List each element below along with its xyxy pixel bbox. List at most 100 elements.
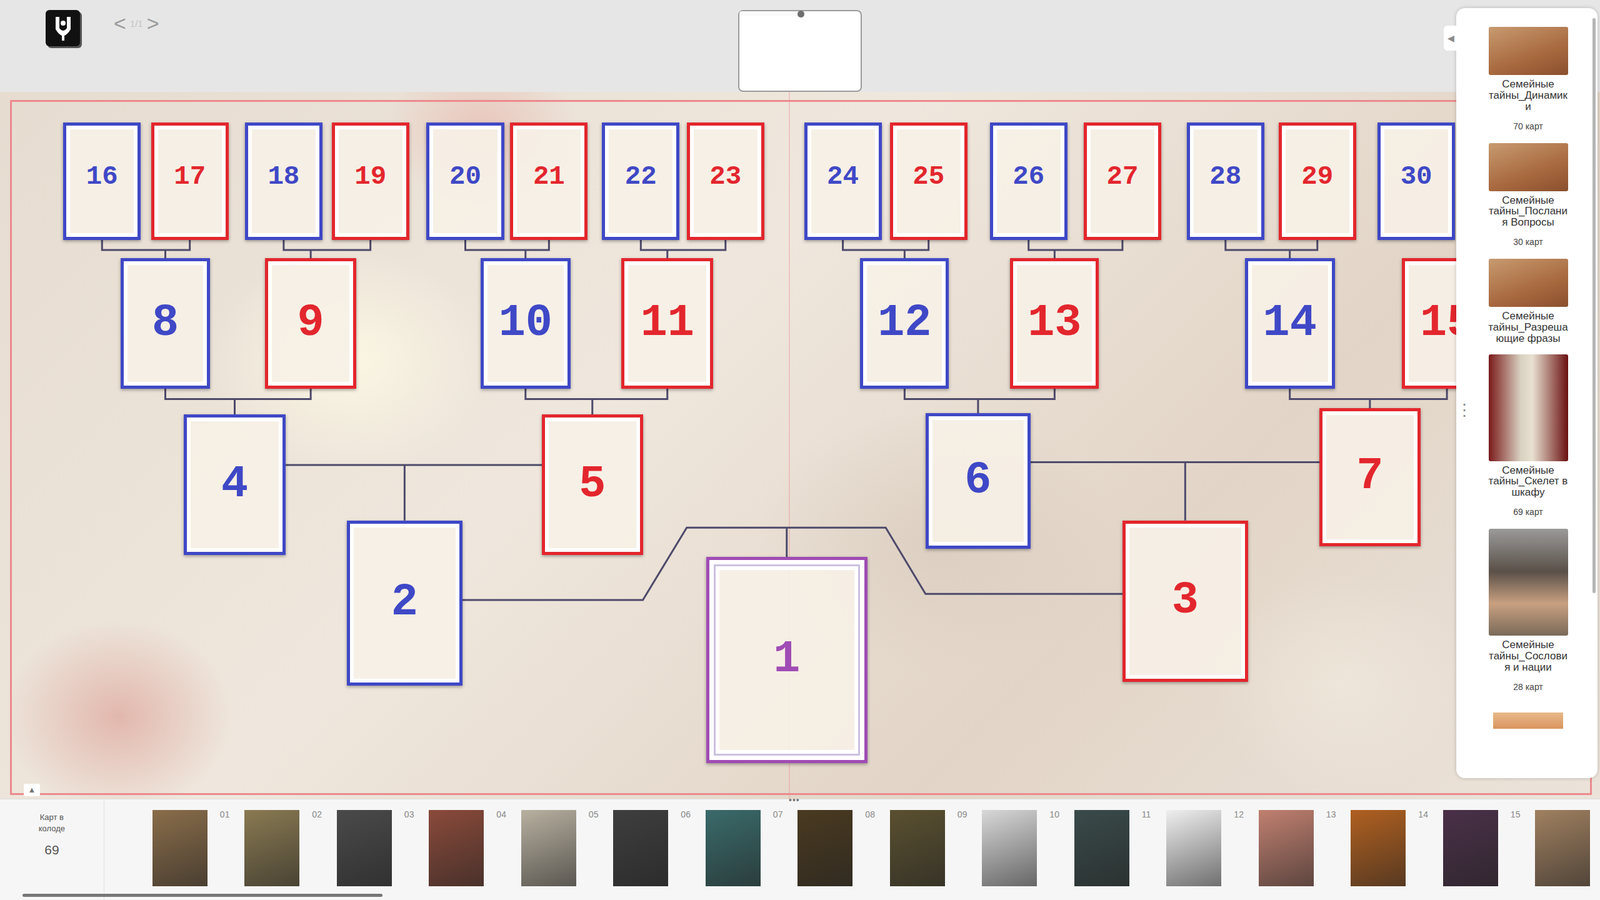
node-number: 20 (449, 163, 482, 190)
card-thumbnail[interactable] (1074, 810, 1130, 887)
tree-node[interactable]: 2 (346, 520, 462, 686)
tree-node[interactable]: 14 (1245, 258, 1335, 389)
card-item[interactable]: 06 (613, 810, 706, 900)
tree-node[interactable]: 22 (601, 122, 680, 240)
card-item[interactable] (1535, 810, 1600, 900)
strip-scroll-thumb[interactable] (22, 893, 383, 897)
deck-item[interactable]: Семейные тайны_Послания Вопросы30 карт (1471, 143, 1585, 250)
node-number: 13 (1027, 301, 1082, 347)
logo-icon[interactable] (45, 10, 80, 47)
card-thumbnail[interactable] (797, 810, 853, 887)
deck-item[interactable]: Семейные тайны_Динамики70 карт (1471, 26, 1585, 134)
tree-node[interactable]: 17 (151, 122, 229, 240)
node-number: 22 (625, 163, 657, 190)
deck-thumbnail[interactable] (1488, 26, 1569, 75)
tree-node[interactable]: 23 (686, 122, 765, 240)
tree-node[interactable]: 11 (621, 258, 714, 389)
tree-node[interactable]: 7 (1319, 408, 1421, 546)
card-item[interactable]: 10 (981, 810, 1075, 900)
strip-scrollbar[interactable] (22, 893, 1588, 897)
card-thumbnail[interactable] (152, 810, 208, 887)
tree-node[interactable]: 4 (183, 414, 286, 555)
tree-node[interactable]: 10 (480, 258, 571, 389)
prev-button[interactable]: < (110, 12, 130, 34)
zoom-fill (739, 11, 800, 17)
card-thumbnail[interactable] (705, 810, 761, 887)
deck-item[interactable]: Семейные тайны_Скелет в шкафу69 карт (1471, 354, 1585, 520)
tree-canvas[interactable]: 1234567891011121314151617181920212223242… (0, 91, 1600, 799)
connector-line (1225, 240, 1318, 250)
card-thumbnail[interactable] (981, 810, 1037, 887)
tree-node[interactable]: 6 (925, 413, 1031, 549)
tree-node[interactable]: 16 (63, 122, 141, 240)
deck-thumbnail[interactable] (1488, 258, 1569, 307)
card-thumbnail[interactable] (1443, 810, 1499, 887)
card-thumbnail[interactable] (1350, 810, 1406, 887)
card-item[interactable]: 01 (152, 810, 245, 900)
card-item[interactable]: 08 (797, 810, 890, 900)
node-number: 30 (1400, 163, 1433, 190)
card-item[interactable]: 03 (336, 810, 430, 900)
card-item[interactable]: 09 (890, 810, 983, 900)
deck-thumbnail[interactable] (1488, 143, 1569, 192)
card-thumbnail[interactable] (1166, 810, 1222, 887)
tree-node[interactable]: 25 (890, 122, 968, 240)
tree-node[interactable]: 18 (245, 122, 323, 240)
deck-thumbnail[interactable] (1488, 354, 1569, 462)
panel-toggle[interactable]: ◀ (1443, 25, 1458, 51)
tree-node[interactable]: 26 (990, 122, 1068, 240)
connector-line (666, 250, 669, 259)
card-number: 15 (1510, 810, 1521, 819)
card-thumbnail[interactable] (1535, 810, 1590, 887)
tree-node[interactable]: 24 (804, 122, 882, 240)
panel-resize-handle[interactable]: ⋮ (1456, 401, 1473, 419)
card-item[interactable]: 02 (244, 810, 337, 900)
collapse-button[interactable]: ▲ (23, 783, 40, 797)
card-thumbnail[interactable] (613, 810, 669, 887)
tree-node[interactable]: 20 (426, 122, 504, 240)
tree-node[interactable]: 19 (331, 122, 410, 240)
page-nav: <1/1> (110, 12, 164, 34)
tree-node[interactable]: 13 (1010, 258, 1099, 389)
node-number: 5 (578, 462, 606, 508)
panel-scroll-thumb[interactable] (1592, 18, 1596, 594)
tree-node[interactable]: 29 (1278, 122, 1357, 240)
card-item[interactable]: 04 (428, 810, 522, 900)
card-item[interactable]: 14 (1350, 810, 1444, 900)
panel-scrollbar[interactable] (1592, 18, 1596, 756)
deck-panel: ◀⋮Семейные тайны_Динамики70 картСемейные… (1456, 8, 1598, 779)
tree-node[interactable]: 21 (510, 122, 588, 240)
tree-node[interactable]: 27 (1083, 122, 1162, 240)
card-number: 05 (588, 810, 599, 819)
card-strip: •••Карт в колоде690102030405060708091011… (0, 798, 1600, 900)
card-item[interactable]: 11 (1074, 810, 1167, 900)
card-item[interactable]: 12 (1166, 810, 1259, 900)
tree-node[interactable]: 1 (706, 556, 868, 764)
card-thumbnail[interactable] (890, 810, 945, 887)
deck-thumbnail[interactable] (1488, 528, 1569, 636)
tree-node[interactable]: 8 (120, 258, 211, 389)
card-thumbnail[interactable] (428, 810, 484, 887)
zoom-slider[interactable] (738, 10, 862, 92)
tree-node[interactable]: 5 (541, 414, 644, 555)
card-thumbnail[interactable] (1258, 810, 1314, 887)
card-thumbnail[interactable] (521, 810, 577, 887)
next-button[interactable]: > (143, 12, 164, 34)
tree-node[interactable]: 28 (1186, 122, 1265, 240)
card-item[interactable]: 13 (1258, 810, 1352, 900)
card-item[interactable]: 15 (1443, 810, 1536, 900)
tree-node[interactable]: 3 (1122, 520, 1249, 682)
card-thumbnail[interactable] (244, 810, 300, 887)
zoom-knob[interactable] (797, 10, 805, 18)
tree-node[interactable]: 9 (265, 258, 356, 389)
card-item[interactable]: 07 (705, 810, 799, 900)
card-thumbnail[interactable] (336, 810, 392, 887)
card-item[interactable]: 05 (521, 810, 614, 900)
deck-thumbnail-peek (1493, 712, 1564, 729)
deck-item[interactable]: Семейные тайны_Разрешающие фразы (1471, 258, 1585, 345)
strip-grip[interactable]: ••• (788, 795, 800, 805)
tree-node[interactable]: 12 (860, 258, 949, 389)
deck-item[interactable]: Семейные тайны_Сословия и нации28 карт (1471, 528, 1585, 694)
tree-node[interactable]: 30 (1377, 122, 1455, 240)
connector-line (165, 388, 311, 399)
